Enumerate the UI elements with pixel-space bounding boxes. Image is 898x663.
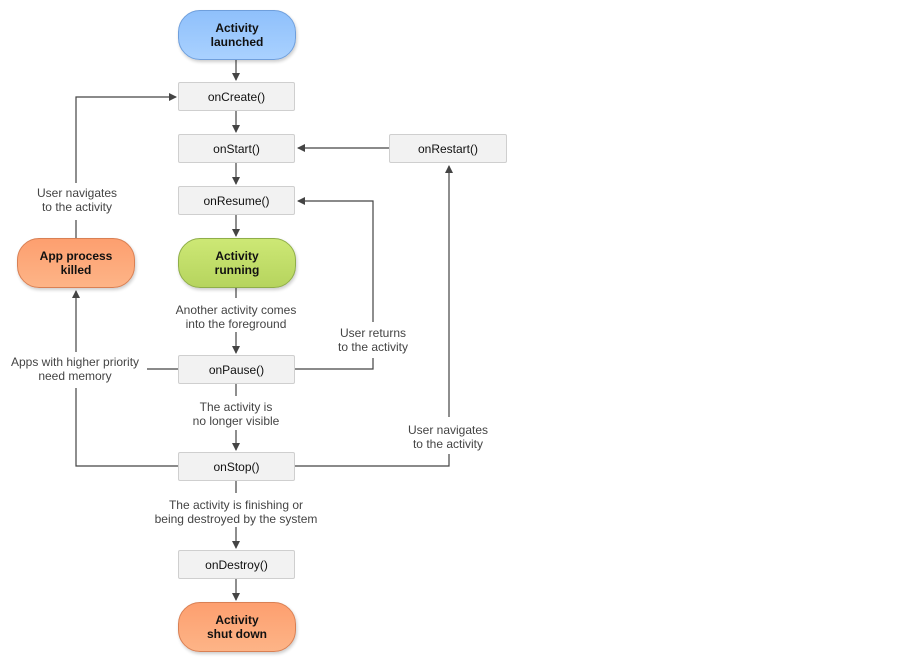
label-user-navigates-left: User navigates to the activity	[36, 186, 118, 214]
node-label: Activity running	[214, 249, 260, 277]
on-stop-node: onStop()	[178, 452, 295, 481]
node-label: App process killed	[39, 249, 113, 277]
node-label: Activity shut down	[207, 613, 267, 641]
label-no-longer-visible: The activity is no longer visible	[192, 400, 280, 428]
app-process-killed-node: App process killed	[17, 238, 135, 288]
on-restart-node: onRestart()	[389, 134, 507, 163]
node-label: Activity launched	[210, 21, 264, 49]
arrow-killed-create	[75, 97, 176, 238]
on-pause-node: onPause()	[178, 355, 295, 384]
label-user-returns: User returns to the activity	[337, 326, 409, 354]
label-another-activity: Another activity comes into the foregrou…	[175, 303, 297, 331]
arrow-stop-restart	[295, 166, 449, 467]
activity-shut-down-node: Activity shut down	[178, 602, 296, 652]
label-higher-priority: Apps with higher priority need memory	[10, 355, 140, 383]
activity-lifecycle-diagram: Activity launched onCreate() onStart() o…	[0, 0, 898, 663]
on-resume-node: onResume()	[178, 186, 295, 215]
on-start-node: onStart()	[178, 134, 295, 163]
activity-launched-node: Activity launched	[178, 10, 296, 60]
label-user-navigates-right: User navigates to the activity	[407, 423, 489, 451]
activity-running-node: Activity running	[178, 238, 296, 288]
on-create-node: onCreate()	[178, 82, 295, 111]
label-finishing: The activity is finishing or being destr…	[154, 498, 318, 526]
on-destroy-node: onDestroy()	[178, 550, 295, 579]
connectors	[0, 60, 898, 601]
